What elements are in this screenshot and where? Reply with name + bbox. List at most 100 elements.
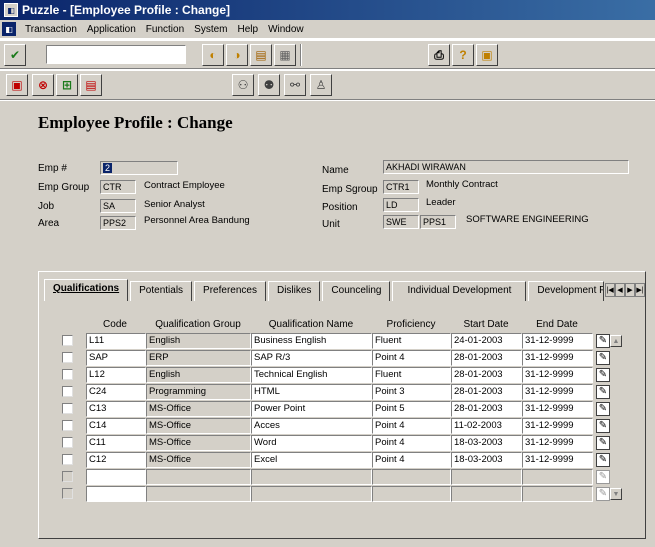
qualification-group-cell[interactable]: MS-Office [146, 452, 251, 468]
row-select-checkbox[interactable] [62, 420, 73, 431]
layout-icon[interactable]: ▣ [476, 44, 498, 66]
qualification-group-cell[interactable] [146, 486, 251, 502]
edit-row-icon[interactable]: ✎ [596, 334, 610, 348]
qualification-name-cell[interactable]: Acces [251, 418, 372, 434]
start-date-cell[interactable]: 28-01-2003 [451, 350, 522, 366]
proficiency-cell[interactable]: Fluent [372, 367, 451, 383]
end-date-cell[interactable]: 31-12-9999 [522, 384, 593, 400]
command-field[interactable] [46, 45, 186, 64]
qualification-name-cell[interactable] [251, 469, 372, 485]
tab-preferences[interactable]: Preferences [194, 281, 266, 301]
row-select-checkbox[interactable] [62, 369, 73, 380]
edit-row-icon[interactable]: ✎ [596, 368, 610, 382]
qualification-name-cell[interactable]: HTML [251, 384, 372, 400]
delete-icon[interactable]: ⊗ [32, 74, 54, 96]
new-icon[interactable]: ⊞ [56, 74, 78, 96]
end-date-cell[interactable] [522, 469, 593, 485]
area-code[interactable]: PPS2 [100, 216, 136, 230]
qualification-name-cell[interactable]: Excel [251, 452, 372, 468]
end-date-cell[interactable]: 31-12-9999 [522, 435, 593, 451]
end-date-cell[interactable]: 31-12-9999 [522, 367, 593, 383]
menu-window[interactable]: Window [263, 24, 309, 35]
proficiency-cell[interactable]: Point 4 [372, 418, 451, 434]
tab-qualifications[interactable]: Qualifications [44, 279, 129, 301]
qualification-group-cell[interactable]: MS-Office [146, 418, 251, 434]
start-date-cell[interactable] [451, 486, 522, 502]
row-select-checkbox[interactable] [62, 437, 73, 448]
qualification-name-cell[interactable] [251, 486, 372, 502]
tab-development-plan[interactable]: Development Pl [528, 281, 605, 301]
row-select-checkbox[interactable] [62, 386, 73, 397]
code-cell[interactable]: L11 [86, 333, 146, 349]
proficiency-cell[interactable]: Point 4 [372, 435, 451, 451]
start-date-cell[interactable]: 28-01-2003 [451, 401, 522, 417]
edit-row-icon[interactable]: ✎ [596, 487, 610, 501]
start-date-cell[interactable]: 18-03-2003 [451, 452, 522, 468]
qualification-group-cell[interactable]: MS-Office [146, 435, 251, 451]
end-date-cell[interactable]: 31-12-9999 [522, 333, 593, 349]
qualification-name-cell[interactable]: SAP R/3 [251, 350, 372, 366]
job-code[interactable]: SA [100, 199, 136, 213]
print-icon[interactable]: ⎙ [428, 44, 450, 66]
proficiency-cell[interactable]: Fluent [372, 333, 451, 349]
exit-icon[interactable]: ◑ [226, 44, 248, 66]
edit-row-icon[interactable]: ✎ [596, 385, 610, 399]
unit-code[interactable]: SWE [383, 215, 419, 229]
row-select-checkbox[interactable] [62, 335, 73, 346]
edit-row-icon[interactable]: ✎ [596, 436, 610, 450]
end-date-cell[interactable]: 31-12-9999 [522, 350, 593, 366]
tab-counceling[interactable]: Counceling [322, 281, 391, 301]
edit-row-icon[interactable]: ✎ [596, 351, 610, 365]
prev-tab-icon[interactable]: ◀ [615, 283, 625, 297]
scroll-up-icon[interactable]: ▲ [610, 335, 622, 347]
qualification-name-cell[interactable]: Business English [251, 333, 372, 349]
start-date-cell[interactable]: 28-01-2003 [451, 384, 522, 400]
name-field[interactable]: AKHADI WIRAWAN [383, 160, 629, 174]
start-date-cell[interactable]: 18-03-2003 [451, 435, 522, 451]
qualification-group-cell[interactable]: MS-Office [146, 401, 251, 417]
proficiency-cell[interactable] [372, 469, 451, 485]
menu-help[interactable]: Help [233, 24, 264, 35]
tab-potentials[interactable]: Potentials [130, 281, 193, 301]
org-chart-icon[interactable]: ⚇ [232, 74, 254, 96]
end-date-cell[interactable] [522, 486, 593, 502]
code-cell[interactable]: C14 [86, 418, 146, 434]
next-tab-icon[interactable]: ▶ [625, 283, 635, 297]
code-cell[interactable]: C12 [86, 452, 146, 468]
menu-function[interactable]: Function [141, 24, 189, 35]
menu-transaction[interactable]: Transaction [20, 24, 82, 35]
emp-sgroup-code[interactable]: CTR1 [383, 180, 419, 194]
code-cell[interactable]: SAP [86, 350, 146, 366]
edit-row-icon[interactable]: ✎ [596, 453, 610, 467]
last-tab-icon[interactable]: ▶| [635, 283, 645, 297]
proficiency-cell[interactable]: Point 4 [372, 452, 451, 468]
back-icon[interactable]: ◐ [202, 44, 224, 66]
qualification-group-cell[interactable]: ERP [146, 350, 251, 366]
help-icon[interactable]: ? [452, 44, 474, 66]
start-date-cell[interactable] [451, 469, 522, 485]
start-date-cell[interactable]: 11-02-2003 [451, 418, 522, 434]
qualification-name-cell[interactable]: Power Point [251, 401, 372, 417]
edit-row-icon[interactable]: ✎ [596, 419, 610, 433]
menu-application[interactable]: Application [82, 24, 141, 35]
emp-group-code[interactable]: CTR [100, 180, 136, 194]
qualification-group-cell[interactable] [146, 469, 251, 485]
edit-row-icon[interactable]: ✎ [596, 470, 610, 484]
person-icon[interactable]: ♙ [310, 74, 332, 96]
tab-dislikes[interactable]: Dislikes [267, 281, 321, 301]
proficiency-cell[interactable]: Point 3 [372, 384, 451, 400]
end-date-cell[interactable]: 31-12-9999 [522, 418, 593, 434]
code-cell[interactable] [86, 486, 146, 502]
menu-system[interactable]: System [189, 24, 232, 35]
code-cell[interactable]: C24 [86, 384, 146, 400]
position-code[interactable]: LD [383, 198, 419, 212]
cancel-icon[interactable]: ▤ [250, 44, 272, 66]
code-cell[interactable]: C11 [86, 435, 146, 451]
qualification-name-cell[interactable]: Word [251, 435, 372, 451]
row-select-checkbox[interactable] [62, 454, 73, 465]
tab-individual-development[interactable]: Individual Development [392, 281, 527, 301]
start-date-cell[interactable]: 24-01-2003 [451, 333, 522, 349]
end-date-cell[interactable]: 31-12-9999 [522, 401, 593, 417]
binoculars-icon[interactable]: ⚯ [284, 74, 306, 96]
end-date-cell[interactable]: 31-12-9999 [522, 452, 593, 468]
